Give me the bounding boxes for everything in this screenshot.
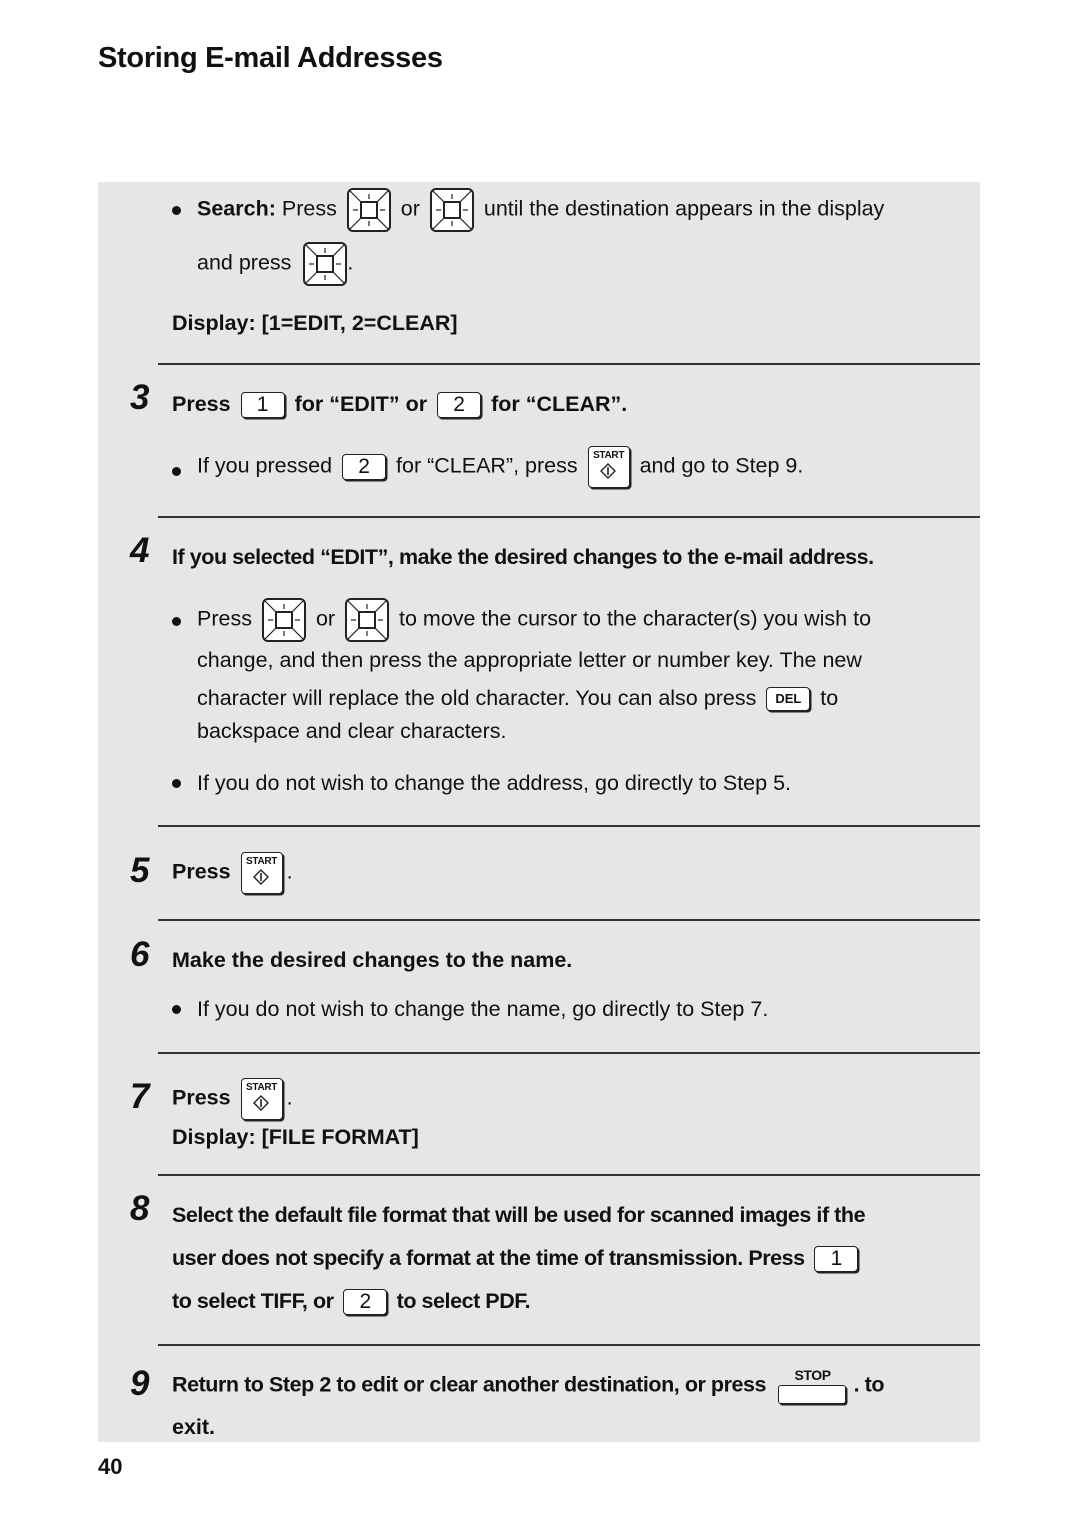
bullet	[172, 1005, 181, 1014]
text: change, and then press the appropriate l…	[197, 648, 862, 672]
step-number: 8	[130, 1189, 150, 1228]
text: and go to Step 9.	[639, 453, 804, 478]
bullet	[172, 617, 181, 626]
text: .	[286, 859, 293, 884]
start-key-label: START	[246, 1082, 278, 1093]
nav-down-key-icon	[430, 188, 474, 232]
step-number: 3	[130, 378, 150, 417]
text: Press	[281, 196, 337, 221]
divider	[158, 1344, 980, 1346]
text: Press	[172, 1085, 231, 1110]
divider	[158, 919, 980, 921]
nav-left-key-icon	[262, 598, 306, 642]
step-7-heading: Press START .	[172, 1078, 293, 1120]
divider	[158, 1174, 980, 1176]
step-3-bullet: If you pressed 2 for “CLEAR”, press STAR…	[197, 446, 803, 488]
text: or	[315, 606, 336, 631]
key-1-icon: 1	[240, 392, 285, 419]
search-line-2: and press .	[197, 242, 353, 286]
text: Press	[172, 392, 231, 416]
text: to select TIFF, or	[172, 1289, 334, 1313]
step-number: 4	[130, 531, 150, 570]
text: for “CLEAR”, press	[396, 453, 578, 478]
divider	[158, 825, 980, 827]
text: Return to Step 2 to edit or clear anothe…	[172, 1372, 767, 1397]
text: to	[820, 686, 839, 710]
start-key-icon: START	[240, 852, 283, 894]
step-4-heading: If you selected “EDIT”, make the desired…	[172, 545, 874, 569]
text: to move the cursor to the character(s) y…	[399, 606, 872, 631]
nav-up-key-icon	[347, 188, 391, 232]
text: Press	[197, 606, 252, 631]
bullet	[172, 467, 181, 476]
start-key-label: START	[246, 856, 278, 867]
text: and press	[197, 250, 292, 275]
key-1-icon: 1	[814, 1246, 859, 1273]
nav-right-key-icon	[303, 242, 347, 286]
step-8-line-1: Select the default file format that will…	[172, 1203, 866, 1227]
stop-key-icon: STOP	[777, 1367, 848, 1404]
text: character will replace the old character…	[197, 686, 757, 710]
start-diamond-icon	[252, 869, 269, 885]
text: for “EDIT” or	[294, 392, 428, 416]
step-4-bullet-1: Press or to move the cursor to the chara…	[197, 598, 871, 642]
text: to select PDF.	[396, 1289, 531, 1313]
step-4-bullet-2: If you do not wish to change the address…	[197, 771, 792, 795]
divider	[158, 363, 980, 365]
text: for “CLEAR”.	[491, 392, 628, 416]
key-2-icon: 2	[437, 392, 482, 419]
divider	[158, 516, 980, 518]
bullet	[172, 206, 181, 215]
step-4-bullet-1-line3: character will replace the old character…	[197, 685, 839, 712]
start-key-icon: START	[240, 1078, 283, 1120]
text: .	[286, 1085, 293, 1110]
step-number: 9	[130, 1364, 150, 1403]
step-8-line-2: user does not specify a format at the ti…	[172, 1245, 862, 1273]
key-2-icon: 2	[342, 454, 387, 480]
start-diamond-icon	[252, 1095, 269, 1111]
start-diamond-icon	[599, 463, 616, 479]
page-number: 40	[98, 1454, 123, 1479]
del-key-icon: DEL	[766, 687, 811, 712]
stop-key-body	[777, 1385, 846, 1404]
step-3-heading: Press 1 for “EDIT” or 2 for “CLEAR”.	[172, 391, 628, 419]
display-readout-file-format: Display: [FILE FORMAT]	[172, 1125, 419, 1149]
step-5-heading: Press START .	[172, 852, 293, 894]
start-key-icon: START	[587, 446, 630, 488]
text: .	[347, 250, 354, 275]
text: Press	[172, 859, 231, 884]
step-9-line-1: Return to Step 2 to edit or clear anothe…	[172, 1367, 885, 1404]
step-number: 6	[130, 935, 150, 974]
text: user does not specify a format at the ti…	[172, 1246, 805, 1270]
divider	[158, 1052, 980, 1054]
text: until the destination appears in the dis…	[483, 196, 885, 221]
start-key-label: START	[593, 450, 625, 461]
search-label: Search:	[197, 196, 276, 221]
text: backspace and clear characters.	[197, 719, 507, 743]
step-8-line-3: to select TIFF, or 2 to select PDF.	[172, 1288, 531, 1316]
nav-right-key-icon	[345, 598, 389, 642]
display-readout-edit-clear: Display: [1=EDIT, 2=CLEAR]	[172, 311, 458, 335]
search-line: Search: Press or until the destination a…	[197, 188, 884, 232]
key-2-icon: 2	[343, 1289, 388, 1316]
bullet	[172, 779, 181, 788]
text: or	[400, 196, 420, 221]
step-6-bullet: If you do not wish to change the name, g…	[197, 997, 769, 1021]
step-9-line-2: exit.	[172, 1415, 216, 1439]
step-6-heading: Make the desired changes to the name.	[172, 948, 573, 972]
text: If you pressed	[197, 453, 333, 478]
page-title: Storing E-mail Addresses	[98, 42, 443, 74]
step-number: 7	[130, 1077, 150, 1116]
text: . to	[853, 1372, 885, 1397]
stop-key-label: STOP	[794, 1367, 832, 1383]
step-number: 5	[130, 851, 150, 890]
